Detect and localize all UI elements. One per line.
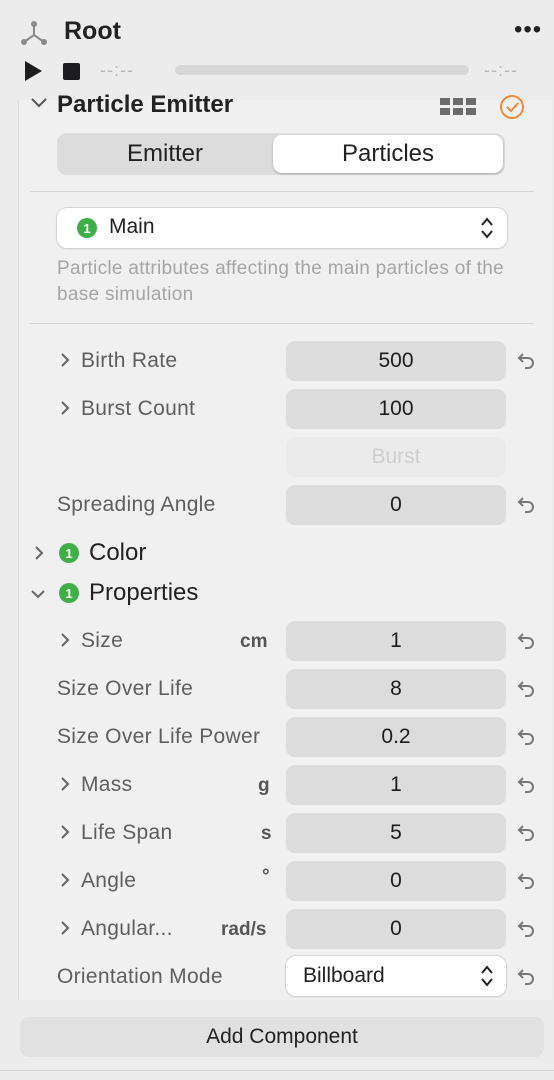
angle-label: Angle: [81, 869, 137, 892]
spreading-angle-field[interactable]: 0: [286, 485, 506, 525]
particle-layer-value: Main: [109, 215, 155, 238]
size-over-life-label: Size Over Life: [57, 677, 194, 700]
orientation-mode-select[interactable]: Billboard: [286, 956, 506, 996]
chevron-right-icon[interactable]: [60, 776, 70, 792]
svg-text:1: 1: [65, 546, 72, 561]
svg-text:1: 1: [65, 586, 72, 601]
total-time: --:--: [484, 60, 518, 80]
reset-icon[interactable]: [516, 776, 536, 794]
chevron-up-down-icon: [481, 965, 493, 987]
angular-velocity-label: Angular...: [81, 917, 173, 940]
number-badge-icon: 1: [59, 583, 79, 603]
chevron-down-icon[interactable]: [30, 96, 48, 110]
chevron-right-icon[interactable]: [60, 352, 70, 368]
size-field[interactable]: 1: [286, 621, 506, 661]
chevron-down-icon[interactable]: [30, 586, 46, 602]
chevron-right-icon[interactable]: [60, 824, 70, 840]
size-unit: cm: [240, 631, 268, 652]
burst-count-label: Burst Count: [81, 397, 196, 420]
layer-description: Particle attributes affecting the main p…: [57, 258, 505, 305]
chevron-up-down-icon: [481, 217, 493, 239]
mass-unit: g: [258, 775, 270, 796]
life-span-label: Life Span: [81, 821, 173, 844]
reset-icon[interactable]: [516, 496, 536, 514]
burst-button[interactable]: Burst: [286, 437, 506, 477]
section-properties-title[interactable]: Properties: [89, 579, 198, 607]
chevron-right-icon[interactable]: [60, 920, 70, 936]
more-options-icon[interactable]: •••: [514, 18, 542, 42]
tab-particles[interactable]: Particles: [273, 135, 503, 173]
reset-icon[interactable]: [516, 920, 536, 938]
chevron-right-icon[interactable]: [60, 872, 70, 888]
orientation-mode-label: Orientation Mode: [57, 965, 223, 988]
entity-hierarchy-icon: [21, 21, 47, 45]
number-badge-icon: 1: [59, 543, 79, 563]
reset-icon[interactable]: [516, 632, 536, 650]
chevron-right-icon[interactable]: [31, 545, 47, 561]
reset-icon[interactable]: [516, 680, 536, 698]
reset-icon[interactable]: [516, 968, 536, 986]
divider: [30, 191, 534, 192]
angular-velocity-unit: rad/s: [221, 919, 267, 940]
reset-icon[interactable]: [516, 352, 536, 370]
page-title: Root: [64, 17, 121, 45]
size-over-life-power-field[interactable]: 0.2: [286, 717, 506, 757]
stop-icon[interactable]: [63, 63, 80, 80]
current-time: --:--: [100, 60, 134, 80]
birth-rate-label: Birth Rate: [81, 349, 178, 372]
angle-field[interactable]: 0: [286, 861, 506, 901]
mass-label: Mass: [81, 773, 133, 796]
divider: [0, 1070, 554, 1071]
reset-icon[interactable]: [516, 824, 536, 842]
orientation-mode-value: Billboard: [303, 964, 385, 987]
life-span-field[interactable]: 5: [286, 813, 506, 853]
burst-count-field[interactable]: 100: [286, 389, 506, 429]
reset-icon[interactable]: [516, 872, 536, 890]
size-over-life-field[interactable]: 8: [286, 669, 506, 709]
size-over-life-power-label: Size Over Life Power: [57, 725, 261, 748]
number-badge-icon: 1: [77, 218, 97, 238]
play-icon[interactable]: [22, 59, 44, 83]
enabled-check-icon[interactable]: [499, 94, 525, 120]
angle-unit: °: [262, 866, 270, 887]
divider: [30, 323, 534, 324]
reset-icon[interactable]: [516, 728, 536, 746]
svg-text:1: 1: [83, 221, 90, 236]
mass-field[interactable]: 1: [286, 765, 506, 805]
timeline-scrubber[interactable]: [175, 65, 469, 75]
tab-emitter[interactable]: Emitter: [59, 135, 271, 173]
life-span-unit: s: [261, 823, 272, 844]
emitter-particles-segmented-control: Emitter Particles: [57, 133, 505, 175]
component-title: Particle Emitter: [57, 91, 234, 116]
particle-layer-select[interactable]: 1 Main: [57, 208, 507, 248]
spreading-angle-label: Spreading Angle: [57, 493, 216, 516]
add-component-button[interactable]: Add Component: [20, 1017, 544, 1057]
birth-rate-field[interactable]: 500: [286, 341, 506, 381]
chevron-right-icon[interactable]: [60, 632, 70, 648]
angular-velocity-field[interactable]: 0: [286, 909, 506, 949]
presets-grid-icon[interactable]: [440, 98, 476, 116]
chevron-right-icon[interactable]: [60, 400, 70, 416]
size-label: Size: [81, 629, 124, 652]
section-color-title[interactable]: Color: [89, 539, 146, 567]
